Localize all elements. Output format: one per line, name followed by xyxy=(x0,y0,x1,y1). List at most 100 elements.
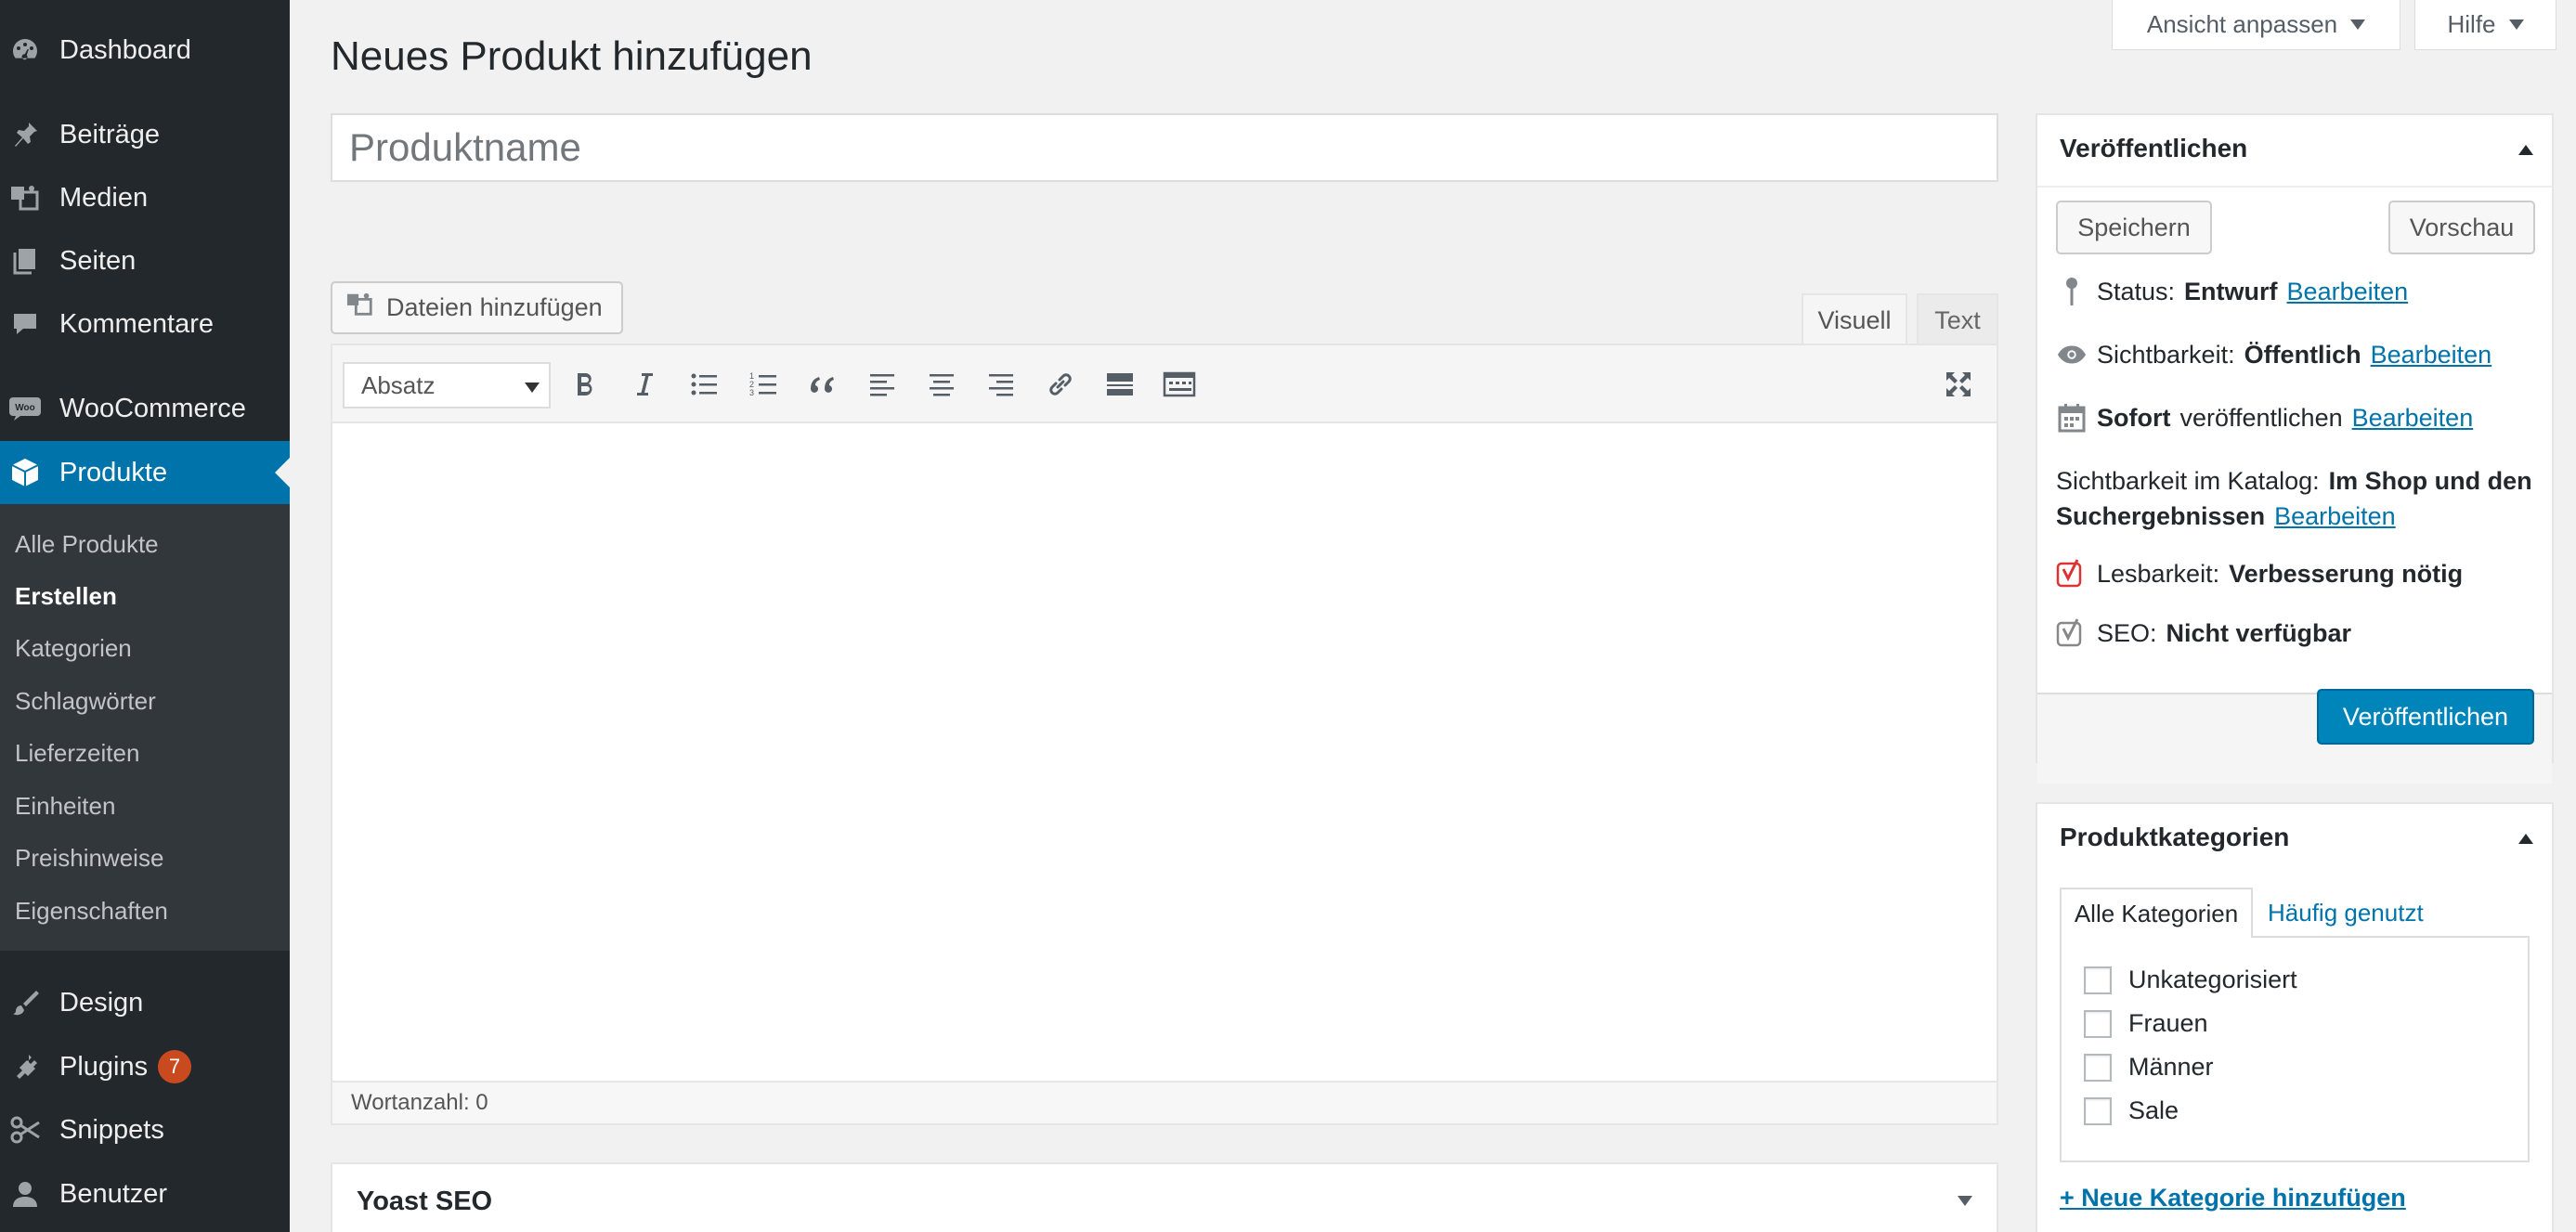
paragraph-format-select[interactable]: Absatz xyxy=(343,362,551,409)
category-checkbox[interactable] xyxy=(2084,966,2112,994)
menu-label: Design xyxy=(59,987,144,1018)
screen-options-button[interactable]: Ansicht anpassen xyxy=(2112,0,2400,50)
menu-item-woocommerce[interactable]: Woo WooCommerce xyxy=(0,377,290,440)
menu-item-dashboard[interactable]: Dashboard xyxy=(0,19,290,82)
submenu-item-price-notes[interactable]: Preishinweise xyxy=(15,844,163,873)
submenu-item-categories[interactable]: Kategorien xyxy=(15,634,132,663)
editor-content-area[interactable] xyxy=(332,423,1997,1083)
category-checkbox[interactable] xyxy=(2084,1096,2112,1125)
tab-all-categories[interactable]: Alle Kategorien xyxy=(2060,888,2253,938)
bullet-list-icon[interactable] xyxy=(685,366,722,403)
tab-visual[interactable]: Visuell xyxy=(1802,293,1907,345)
submenu-item-units[interactable]: Einheiten xyxy=(15,792,115,821)
fullscreen-icon[interactable] xyxy=(1940,366,1977,403)
publish-button[interactable]: Veröffentlichen xyxy=(2317,689,2534,745)
menu-label: Seiten xyxy=(59,245,137,276)
woocommerce-icon: Woo xyxy=(7,391,43,426)
toggle-arrow-icon[interactable] xyxy=(2518,834,2533,844)
toggle-arrow-icon[interactable] xyxy=(2518,145,2533,155)
bold-icon[interactable] xyxy=(566,366,604,403)
submenu-item-attributes[interactable]: Eigenschaften xyxy=(15,897,168,926)
category-label: Unkategorisiert xyxy=(2128,966,2297,993)
menu-item-users[interactable]: Benutzer xyxy=(0,1162,290,1226)
menu-item-posts[interactable]: Beiträge xyxy=(0,103,290,166)
align-left-icon[interactable] xyxy=(864,366,901,403)
add-media-button[interactable]: Dateien hinzufügen xyxy=(331,281,623,334)
category-item[interactable]: Sale xyxy=(2084,1096,2179,1125)
menu-label: Medien xyxy=(59,182,149,213)
catalog-visibility-row: Sichtbarkeit im Katalog: Im Shop und den xyxy=(2056,467,2532,496)
schedule-row: Sofort veröffentlichen Bearbeiten xyxy=(2056,401,2473,434)
svg-text:Woo: Woo xyxy=(15,403,34,413)
user-icon xyxy=(7,1176,43,1212)
edit-schedule-link[interactable]: Bearbeiten xyxy=(2352,404,2474,433)
visibility-label: Sichtbarkeit: xyxy=(2097,340,2235,369)
submenu-item-create[interactable]: Erstellen xyxy=(15,582,117,611)
yoast-readability-icon xyxy=(2056,557,2088,590)
seo-value: Nicht verfügbar xyxy=(2166,618,2352,647)
menu-item-media[interactable]: Medien xyxy=(0,166,290,229)
help-label: Hilfe xyxy=(2447,10,2496,38)
product-name-input[interactable] xyxy=(331,113,1998,182)
categories-title: Produktkategorien xyxy=(2060,823,2290,851)
seo-label: SEO: xyxy=(2097,618,2157,647)
catalog-visibility-value-2: Suchergebnissen xyxy=(2056,502,2266,530)
menu-item-snippets[interactable]: Snippets xyxy=(0,1098,290,1161)
submenu-item-delivery-times[interactable]: Lieferzeiten xyxy=(15,739,139,768)
media-icon xyxy=(345,291,375,325)
products-submenu: Alle Produkte Erstellen Kategorien Schla… xyxy=(0,504,290,951)
visibility-value: Öffentlich xyxy=(2244,340,2361,369)
menu-item-design[interactable]: Design xyxy=(0,971,290,1034)
align-center-icon[interactable] xyxy=(923,366,960,403)
blockquote-icon[interactable] xyxy=(804,366,841,403)
catalog-visibility-row-2: Suchergebnissen Bearbeiten xyxy=(2056,502,2396,531)
category-checkbox[interactable] xyxy=(2084,1009,2112,1038)
readability-label: Lesbarkeit: xyxy=(2097,559,2220,588)
menu-item-products[interactable]: Produkte xyxy=(0,441,290,504)
add-category-link[interactable]: + Neue Kategorie hinzufügen xyxy=(2060,1184,2406,1213)
preview-button[interactable]: Vorschau xyxy=(2388,201,2535,254)
submenu-item-all-products[interactable]: Alle Produkte xyxy=(15,530,159,559)
toggle-arrow-icon[interactable] xyxy=(1958,1196,1972,1206)
edit-visibility-link[interactable]: Bearbeiten xyxy=(2371,341,2492,370)
svg-text:3: 3 xyxy=(749,388,754,397)
edit-status-link[interactable]: Bearbeiten xyxy=(2287,278,2409,306)
media-icon xyxy=(7,180,43,215)
add-media-label: Dateien hinzufügen xyxy=(386,293,603,321)
caret-down-icon xyxy=(525,383,540,393)
comment-icon xyxy=(7,306,43,342)
admin-sidebar: Dashboard Beiträge Medien Seiten Komment… xyxy=(0,0,290,1232)
status-label: Status: xyxy=(2097,277,2176,305)
menu-label: Kommentare xyxy=(59,308,215,339)
category-label: Frauen xyxy=(2128,1009,2208,1037)
help-button[interactable]: Hilfe xyxy=(2414,0,2556,50)
numbered-list-icon[interactable]: 123 xyxy=(745,366,782,403)
category-item[interactable]: Frauen xyxy=(2084,1009,2208,1038)
italic-icon[interactable] xyxy=(626,366,663,403)
yoast-seo-metabox: Yoast SEO xyxy=(331,1162,1998,1232)
content-editor: Absatz 123 Wortanzahl: 0 xyxy=(331,344,1998,1125)
eye-icon xyxy=(2056,338,2088,371)
submenu-item-tags[interactable]: Schlagwörter xyxy=(15,687,156,716)
status-value: Entwurf xyxy=(2184,277,2278,305)
edit-catalog-visibility-link[interactable]: Bearbeiten xyxy=(2274,502,2396,531)
menu-item-pages[interactable]: Seiten xyxy=(0,229,290,292)
save-draft-button[interactable]: Speichern xyxy=(2056,201,2212,254)
read-more-icon[interactable] xyxy=(1101,366,1138,403)
tab-popular-categories[interactable]: Häufig genutzt xyxy=(2268,888,2424,938)
toolbar-toggle-icon[interactable] xyxy=(1161,366,1198,403)
pages-icon xyxy=(7,243,43,279)
menu-item-comments[interactable]: Kommentare xyxy=(0,292,290,356)
menu-item-plugins[interactable]: Plugins 7 xyxy=(0,1035,290,1098)
category-item[interactable]: Männer xyxy=(2084,1053,2214,1082)
align-right-icon[interactable] xyxy=(982,366,1020,403)
tab-text[interactable]: Text xyxy=(1917,293,1998,345)
category-checklist: Unkategorisiert Frauen Männer Sale xyxy=(2060,936,2530,1162)
category-label: Männer xyxy=(2128,1053,2214,1081)
category-item[interactable]: Unkategorisiert xyxy=(2084,966,2297,994)
status-row: Status: Entwurf Bearbeiten xyxy=(2056,275,2408,308)
link-icon[interactable] xyxy=(1042,366,1079,403)
publish-title: Veröffentlichen xyxy=(2060,134,2248,162)
caret-down-icon xyxy=(2350,19,2366,30)
category-checkbox[interactable] xyxy=(2084,1053,2112,1082)
